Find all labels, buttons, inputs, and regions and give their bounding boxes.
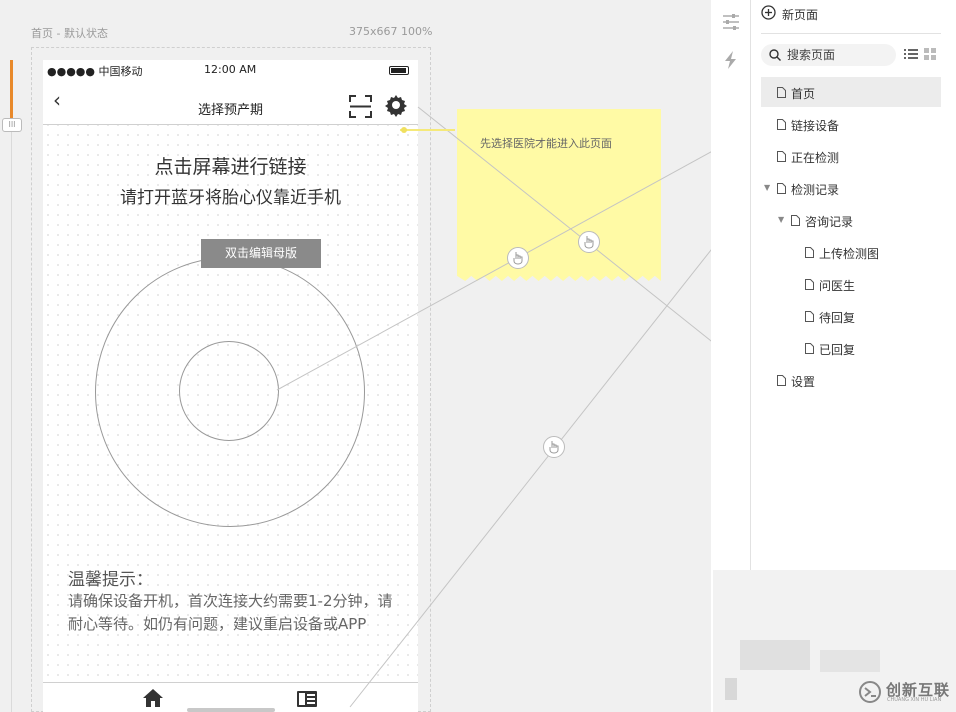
blurred-region bbox=[725, 678, 737, 700]
page-item-consult-records[interactable]: ▼ 咨询记录 bbox=[761, 205, 941, 235]
page-doc-icon bbox=[805, 279, 814, 290]
page-doc-icon bbox=[805, 247, 814, 258]
canvas-size-label: 375x667 100% bbox=[349, 25, 433, 38]
page-doc-icon bbox=[791, 215, 800, 226]
page-item-label: 咨询记录 bbox=[805, 215, 854, 229]
page-doc-icon bbox=[777, 151, 786, 162]
search-pages-input[interactable] bbox=[761, 44, 896, 66]
hand-pointer-icon bbox=[549, 441, 559, 454]
page-doc-icon bbox=[777, 183, 786, 194]
page-doc-icon bbox=[805, 311, 814, 322]
sliders-icon[interactable] bbox=[721, 12, 741, 32]
page-item-link-device[interactable]: 链接设备 bbox=[761, 109, 941, 139]
page-item-label: 上传检测图 bbox=[819, 247, 880, 261]
page-item-pending-reply[interactable]: 待回复 bbox=[761, 301, 941, 331]
bluetooth-instruction: 请打开蓝牙将胎心仪靠近手机 bbox=[120, 188, 341, 208]
connect-headline: 点击屏幕进行链接 bbox=[154, 156, 307, 178]
page-item-detecting[interactable]: 正在检测 bbox=[761, 141, 941, 171]
interaction-hotspot[interactable] bbox=[543, 436, 565, 458]
page-doc-icon bbox=[777, 87, 786, 98]
ruler-accent-bar bbox=[10, 60, 13, 118]
list-view-icon[interactable] bbox=[904, 48, 918, 60]
ruler-guide bbox=[11, 60, 12, 712]
page-item-settings[interactable]: 设置 bbox=[761, 365, 941, 395]
panel-divider bbox=[761, 33, 941, 34]
page-item-label: 首页 bbox=[791, 87, 816, 101]
page-item-label: 正在检测 bbox=[791, 151, 840, 165]
home-icon[interactable] bbox=[142, 688, 164, 708]
page-item-ask-doctor[interactable]: 问医生 bbox=[761, 269, 941, 299]
page-item-label: 待回复 bbox=[819, 311, 856, 325]
hand-pointer-icon bbox=[513, 252, 523, 265]
scan-icon[interactable] bbox=[349, 95, 372, 118]
edit-master-button[interactable]: 双击编辑母版 bbox=[201, 239, 321, 268]
page-item-label: 链接设备 bbox=[791, 119, 840, 133]
page-doc-icon bbox=[777, 119, 786, 130]
grid-view-icon[interactable] bbox=[924, 48, 937, 60]
watermark-logo: 创新互联 CHUANG XIN HU LIAN bbox=[858, 678, 954, 706]
blurred-region bbox=[820, 650, 880, 672]
page-item-label: 已回复 bbox=[819, 343, 856, 357]
page-doc-icon bbox=[805, 343, 814, 354]
status-bar: ●●●●● 中国移动 12:00 AM bbox=[43, 60, 418, 80]
page-item-label: 设置 bbox=[791, 375, 816, 389]
page-item-label: 检测记录 bbox=[791, 183, 840, 197]
connect-ring-inner[interactable] bbox=[179, 341, 279, 441]
blurred-region bbox=[740, 640, 810, 670]
scrollbar-thumb[interactable] bbox=[187, 708, 275, 712]
brand-logo-icon bbox=[859, 681, 881, 703]
page-item-upload-chart[interactable]: 上传检测图 bbox=[761, 237, 941, 267]
nav-bar: ‹ 选择预产期 bbox=[43, 80, 418, 125]
tips-body: 请确保设备开机，首次连接大约需要1-2分钟，请耐心等待。如仍有问题，建议重启设备… bbox=[68, 592, 393, 633]
book-icon[interactable] bbox=[296, 689, 318, 709]
phone-screen: ●●●●● 中国移动 12:00 AM ‹ 选择预产期 点击屏幕进行链接 请打开… bbox=[43, 60, 418, 712]
gear-icon[interactable] bbox=[384, 93, 408, 117]
clock-label: 12:00 AM bbox=[204, 63, 257, 76]
sticky-note-text: 先选择医院才能进入此页面 bbox=[480, 137, 612, 150]
page-item-home[interactable]: 首页 bbox=[761, 77, 941, 107]
page-item-records[interactable]: ▼ 检测记录 bbox=[761, 173, 941, 203]
plus-circle-icon bbox=[761, 5, 776, 20]
new-page-label: 新页面 bbox=[782, 8, 819, 22]
ruler-handle[interactable]: III bbox=[2, 118, 22, 132]
lightning-icon[interactable] bbox=[721, 50, 741, 70]
hand-pointer-icon bbox=[584, 236, 594, 249]
tips-title: 温馨提示： bbox=[68, 570, 153, 590]
carrier-label: ●●●●● 中国移动 bbox=[47, 65, 143, 78]
search-icon bbox=[769, 49, 781, 61]
expand-caret-icon[interactable]: ▼ bbox=[778, 215, 784, 224]
page-state-title: 首页 - 默认状态 bbox=[31, 27, 108, 40]
page-doc-icon bbox=[777, 375, 786, 386]
page-item-label: 问医生 bbox=[819, 279, 856, 293]
watermark-subtext: CHUANG XIN HU LIAN bbox=[887, 697, 942, 703]
interaction-hotspot[interactable] bbox=[507, 247, 529, 269]
interaction-hotspot[interactable] bbox=[578, 231, 600, 253]
page-item-replied[interactable]: 已回复 bbox=[761, 333, 941, 363]
expand-caret-icon[interactable]: ▼ bbox=[764, 183, 770, 192]
battery-icon bbox=[389, 66, 409, 75]
